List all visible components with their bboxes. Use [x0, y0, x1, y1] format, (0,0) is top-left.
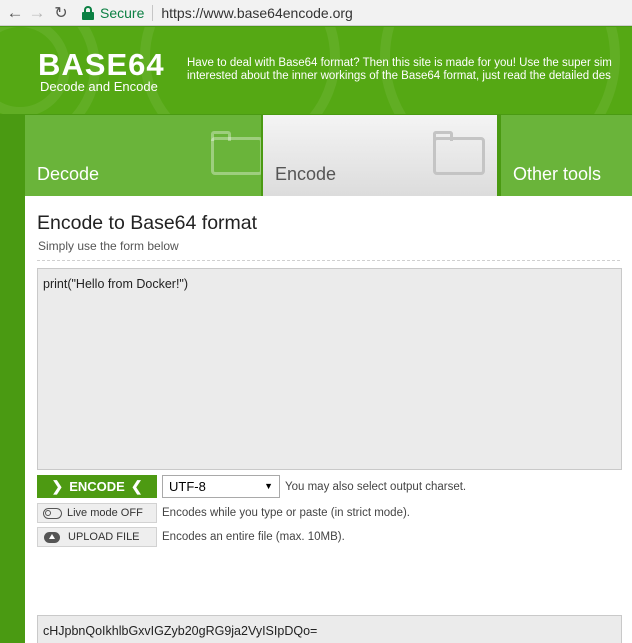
- page-title: Encode to Base64 format: [37, 212, 258, 234]
- upload-label: UPLOAD FILE: [68, 531, 140, 543]
- charset-hint: You may also select output charset.: [285, 480, 467, 493]
- encode-row: ❯ ENCODE ❮ UTF-8 ▼ You may also select o…: [37, 475, 466, 498]
- forward-arrow-icon[interactable]: →: [26, 2, 48, 24]
- header-intro-line: interested about the inner workings of t…: [187, 70, 611, 82]
- encode-button[interactable]: ❯ ENCODE ❮: [37, 475, 157, 498]
- back-arrow-icon[interactable]: ←: [4, 2, 26, 24]
- dropdown-arrow-icon: ▼: [264, 481, 273, 491]
- tab-label: Encode: [275, 164, 337, 184]
- lock-icon: [82, 5, 94, 20]
- page-subtitle: Simply use the form below: [38, 239, 179, 253]
- reload-icon[interactable]: ↻: [50, 2, 72, 24]
- divider: [37, 260, 620, 261]
- chevron-right-icon: ❯: [51, 478, 64, 494]
- charset-select[interactable]: UTF-8 ▼: [162, 475, 280, 498]
- cloud-upload-icon: [44, 531, 60, 543]
- input-textarea[interactable]: print("Hello from Docker!"): [37, 268, 622, 470]
- live-mode-description: Encodes while you type or paste (in stri…: [162, 507, 411, 519]
- charset-value: UTF-8: [169, 479, 206, 494]
- main-content: Encode to Base64 format Simply use the f…: [25, 196, 632, 643]
- toggle-icon: [43, 507, 62, 519]
- header-intro-text: Have to deal with Base64 format? Then th…: [187, 57, 632, 83]
- output-textarea[interactable]: cHJpbnQoIkhlbGxvIGZyb20gRG9ja2VyISIpDQo=: [37, 615, 622, 643]
- browser-toolbar: ← → ↻ Secure https://www.base64encode.or…: [0, 0, 632, 26]
- logo-subtitle: Decode and Encode: [40, 79, 158, 94]
- encode-button-label: ENCODE: [69, 479, 125, 494]
- address-bar[interactable]: Secure https://www.base64encode.org: [82, 2, 353, 24]
- tab-decode[interactable]: Decode: [25, 115, 261, 196]
- live-mode-label: Live mode OFF: [67, 507, 143, 519]
- address-separator: [152, 4, 154, 21]
- chevron-left-icon: ❮: [130, 478, 143, 494]
- tab-other-tools[interactable]: Other tools: [501, 115, 632, 196]
- site-header: BASE64 Decode and Encode Have to deal wi…: [0, 27, 632, 114]
- url-text[interactable]: https://www.base64encode.org: [161, 5, 352, 21]
- tab-label: Decode: [37, 164, 100, 184]
- tab-encode[interactable]: Encode: [263, 115, 497, 196]
- upload-file-button[interactable]: UPLOAD FILE: [37, 527, 157, 547]
- tab-label: Other tools: [513, 164, 602, 184]
- live-mode-toggle[interactable]: Live mode OFF: [37, 503, 157, 523]
- logo-title[interactable]: BASE64: [38, 47, 165, 83]
- live-mode-row: Live mode OFF Encodes while you type or …: [37, 503, 410, 523]
- upload-description: Encodes an entire file (max. 10MB).: [162, 531, 345, 543]
- header-intro-line: Have to deal with Base64 format? Then th…: [187, 57, 612, 69]
- secure-label: Secure: [100, 4, 145, 21]
- tool-tabs: Decode Encode Other tools: [0, 114, 632, 196]
- upload-row: UPLOAD FILE Encodes an entire file (max.…: [37, 527, 345, 547]
